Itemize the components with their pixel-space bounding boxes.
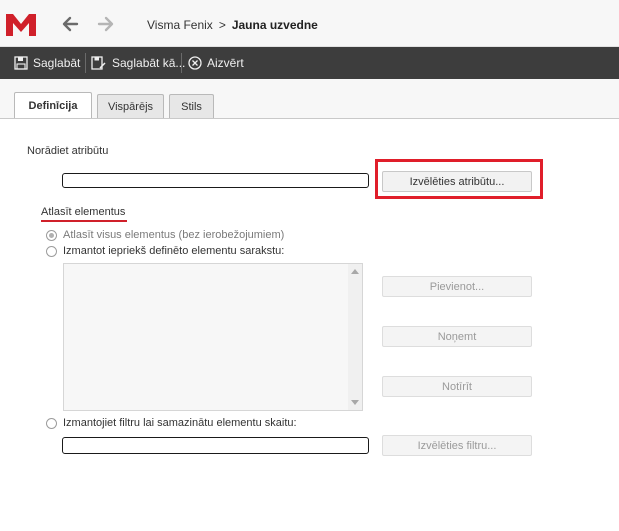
section-title: Atlasīt elementus xyxy=(41,206,126,218)
radio-button[interactable] xyxy=(46,229,57,241)
list-scrollbar[interactable] xyxy=(348,264,362,410)
breadcrumb-current: Jauna uzvedne xyxy=(231,18,318,32)
select-filter-button[interactable]: Izvēlēties filtru... xyxy=(382,435,532,456)
toolbar: Saglabāt Saglabāt kā... Aizvērt xyxy=(0,47,619,79)
visma-logo-icon xyxy=(6,14,36,36)
remove-button[interactable]: Noņemt xyxy=(382,326,532,347)
breadcrumb-root[interactable]: Visma Fenix xyxy=(147,18,213,32)
element-list[interactable] xyxy=(63,263,363,411)
section-underline xyxy=(41,220,127,222)
tab-definicija[interactable]: Definīcija xyxy=(14,92,92,119)
radio-filter-label: Izmantojiet filtru lai samazinātu elemen… xyxy=(63,417,297,429)
radio-select-all[interactable]: Atlasīt visus elementus (bez ierobežojum… xyxy=(46,229,284,241)
radio-button[interactable] xyxy=(46,245,57,257)
close-button-label: Aizvērt xyxy=(207,56,244,70)
save-button[interactable]: Saglabāt xyxy=(14,47,80,79)
floppy-disk-icon xyxy=(14,56,28,70)
attribute-label: Norādiet atribūtu xyxy=(27,145,109,157)
back-arrow-icon[interactable] xyxy=(60,14,80,34)
close-circle-icon xyxy=(188,56,202,70)
radio-use-filter[interactable]: Izmantojiet filtru lai samazinātu elemen… xyxy=(46,417,297,429)
radio-button[interactable] xyxy=(46,417,57,429)
toolbar-divider xyxy=(85,53,86,73)
attribute-input[interactable] xyxy=(62,173,369,188)
breadcrumb-separator: > xyxy=(218,18,226,32)
scroll-up-icon[interactable] xyxy=(351,269,359,274)
tab-visparejs[interactable]: Vispārējs xyxy=(97,94,164,118)
radio-predefined-label: Izmantot iepriekš definēto elementu sara… xyxy=(63,245,285,257)
save-as-icon xyxy=(91,56,106,70)
radio-predefined-list[interactable]: Izmantot iepriekš definēto elementu sara… xyxy=(46,245,284,257)
radio-select-all-label: Atlasīt visus elementus (bez ierobežojum… xyxy=(63,229,285,241)
scroll-down-icon[interactable] xyxy=(351,400,359,405)
close-button[interactable]: Aizvērt xyxy=(188,47,244,79)
breadcrumb: Visma Fenix > Jauna uzvedne xyxy=(147,18,318,32)
tab-bar: Definīcija Vispārējs Stils xyxy=(0,79,619,119)
clear-button[interactable]: Notīrīt xyxy=(382,376,532,397)
save-as-button[interactable]: Saglabāt kā... xyxy=(91,47,185,79)
filter-input[interactable] xyxy=(62,437,369,454)
forward-arrow-icon[interactable] xyxy=(96,14,116,34)
top-bar: Visma Fenix > Jauna uzvedne xyxy=(0,0,619,47)
toolbar-divider xyxy=(181,53,182,73)
highlight-frame xyxy=(375,159,543,199)
add-button[interactable]: Pievienot... xyxy=(382,276,532,297)
tab-divider xyxy=(0,118,619,119)
save-button-label: Saglabāt xyxy=(33,56,81,70)
tab-stils[interactable]: Stils xyxy=(169,94,214,118)
save-as-button-label: Saglabāt kā... xyxy=(112,56,186,70)
